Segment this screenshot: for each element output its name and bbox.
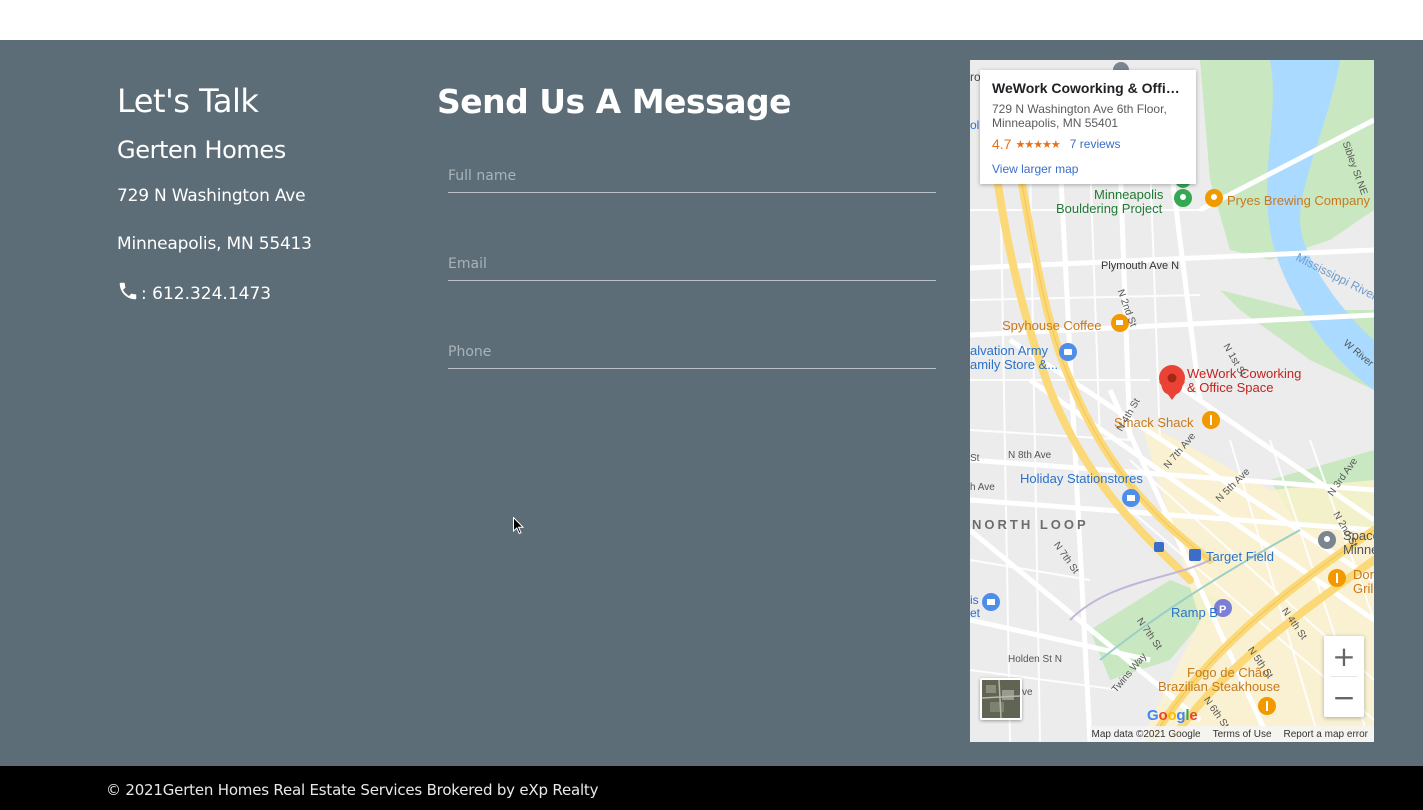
place-label-left-et[interactable]: et <box>970 606 980 620</box>
rating-stars-icon: ★★★★★ <box>1015 138 1060 151</box>
street-label-holden: Holden St N <box>1008 654 1062 665</box>
company-name: Gerten Homes <box>117 136 286 164</box>
footer: © 2021Gerten Homes Real Estate Services … <box>0 766 1423 810</box>
top-bar <box>0 0 1423 40</box>
place-label-target-field[interactable]: Target Field <box>1206 549 1274 564</box>
street-label-left-ve: ve <box>1022 687 1033 698</box>
place-label-salvation-army[interactable]: alvation Army <box>970 343 1048 358</box>
neighborhood-label-north-loop: NORTH LOOP <box>972 517 1089 532</box>
place-label-bouldering[interactable]: Minneapolis <box>1094 187 1163 202</box>
satellite-toggle-button[interactable] <box>980 678 1022 720</box>
info-card-address-line-2: Minneapolis, MN 55401 <box>992 116 1119 130</box>
place-info-card: WeWork Coworking & Office S... 729 N Was… <box>980 70 1196 184</box>
holiday-pin-icon[interactable] <box>1122 489 1140 507</box>
street-label-n8th: N 8th Ave <box>1008 450 1052 461</box>
pryes-pin-icon[interactable] <box>1205 189 1223 207</box>
fogo-pin-icon[interactable] <box>1258 697 1276 715</box>
google-logo-letter-e: e <box>1189 707 1198 724</box>
place-label-spyhouse[interactable]: Spyhouse Coffee <box>1002 318 1102 333</box>
address-line-1: 729 N Washington Ave <box>117 186 306 206</box>
svg-text:P: P <box>1219 604 1226 616</box>
satellite-thumbnail-icon <box>982 680 1020 718</box>
smack-shack-pin-icon[interactable] <box>1202 411 1220 429</box>
phone-row: : 612.324.1473 <box>117 280 271 304</box>
view-larger-map-link[interactable]: View larger map <box>992 162 1184 176</box>
place-label-bouldering-2[interactable]: Bouldering Project <box>1056 201 1162 216</box>
google-map[interactable]: P Minneapolis Bouldering Project Pryes B… <box>970 60 1374 742</box>
place-label-pryes[interactable]: Pryes Brewing Company <box>1227 193 1370 208</box>
phone-icon <box>119 282 137 300</box>
street-label-left-hAve: h Ave <box>970 482 995 493</box>
info-card-address-line-1: 729 N Washington Ave 6th Floor, <box>992 102 1167 116</box>
info-card-title: WeWork Coworking & Office S... <box>992 80 1184 96</box>
don-grill-pin-icon[interactable] <box>1328 569 1346 587</box>
street-label-left-st: St <box>970 453 980 464</box>
phone-field[interactable] <box>448 336 936 369</box>
place-label-wework-2[interactable]: & Office Space <box>1187 381 1273 395</box>
address-line-2: Minneapolis, MN 55413 <box>117 234 312 254</box>
zoom-out-button[interactable]: − <box>1324 677 1364 717</box>
place-label-salvation-army-2[interactable]: amily Store &... <box>970 357 1058 372</box>
place-label-don-2[interactable]: Grill <box>1353 581 1374 596</box>
report-map-error-link[interactable]: Report a map error <box>1284 729 1368 740</box>
place-label-ramp-b[interactable]: Ramp B <box>1171 605 1218 620</box>
place-label-holiday[interactable]: Holiday Stationstores <box>1020 471 1143 486</box>
send-message-heading: Send Us A Message <box>437 82 791 121</box>
google-logo: Google <box>1147 707 1198 724</box>
place-label-left-is[interactable]: is <box>970 593 979 607</box>
space-minneapolis-pin-icon[interactable] <box>1318 531 1336 549</box>
lets-talk-heading: Let's Talk <box>117 82 259 120</box>
terms-of-use-link[interactable]: Terms of Use <box>1213 729 1272 740</box>
full-name-field[interactable] <box>448 160 936 193</box>
rating-score: 4.7 <box>992 136 1012 152</box>
map-data-attribution: Map data ©2021 Google <box>1091 728 1201 740</box>
reviews-link[interactable]: 7 reviews <box>1070 137 1121 151</box>
mouse-cursor-icon <box>513 517 525 535</box>
left-shop-pin-icon[interactable] <box>982 593 1000 611</box>
salvation-army-pin-icon[interactable] <box>1059 343 1077 361</box>
phone-number: : 612.324.1473 <box>141 284 272 304</box>
place-label-don[interactable]: Don <box>1353 567 1374 582</box>
street-label-plymouth: Plymouth Ave N <box>1101 260 1180 272</box>
place-label-fogo-2[interactable]: Brazilian Steakhouse <box>1158 679 1280 694</box>
map-attribution-bar: Map data ©2021 Google Terms of Use Repor… <box>1090 726 1374 742</box>
contact-section: Let's Talk Gerten Homes 729 N Washington… <box>0 40 1423 766</box>
zoom-in-button[interactable]: + <box>1324 636 1364 676</box>
info-card-address: 729 N Washington Ave 6th Floor, Minneapo… <box>992 102 1184 130</box>
zoom-control: + − <box>1324 636 1364 717</box>
email-field[interactable] <box>448 248 936 281</box>
footer-copyright: © 2021Gerten Homes Real Estate Services … <box>106 781 599 799</box>
info-card-rating: 4.7 ★★★★★ 7 reviews <box>992 136 1184 152</box>
google-logo-letter-g: G <box>1147 707 1159 724</box>
